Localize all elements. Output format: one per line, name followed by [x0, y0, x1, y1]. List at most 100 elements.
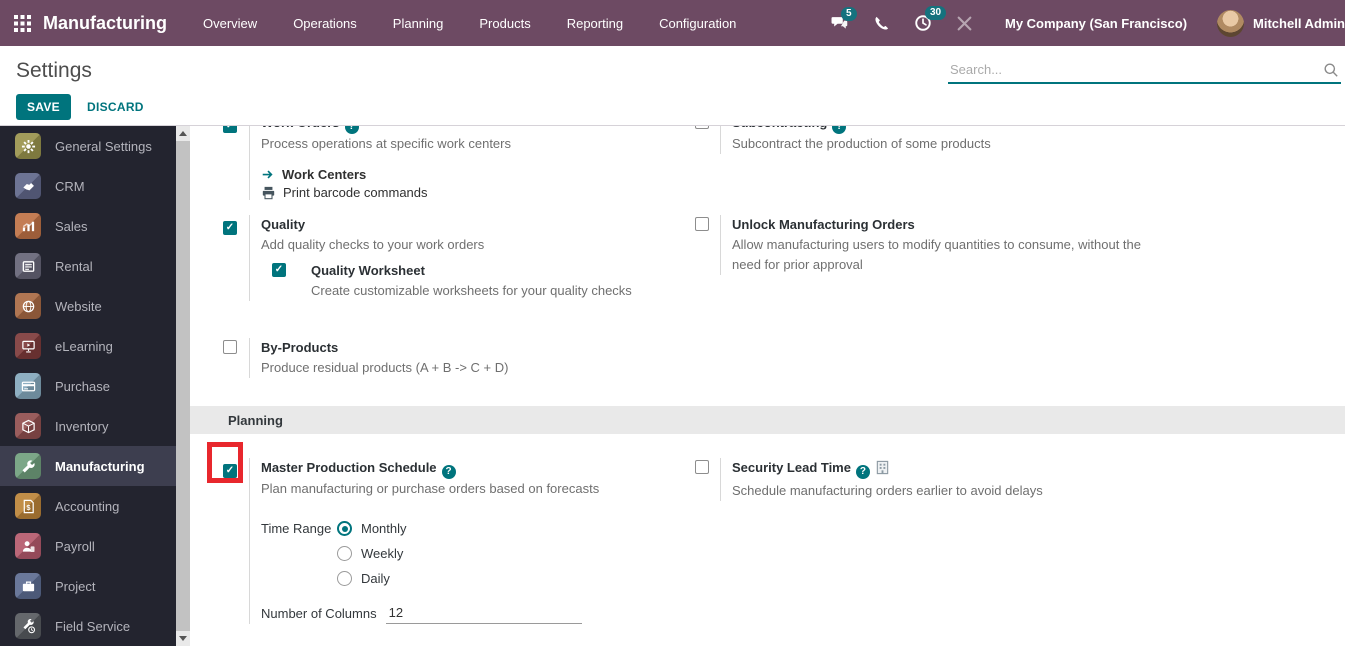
sidebar-item-label: General Settings [55, 139, 152, 154]
by-products-checkbox[interactable] [223, 340, 237, 354]
phone-icon [873, 15, 890, 32]
setting-unlock-manufacturing-orders: Unlock Manufacturing Orders Allow manufa… [685, 215, 1345, 275]
radio-icon[interactable] [337, 546, 352, 561]
sidebar-item-rental[interactable]: Rental [0, 246, 176, 286]
time-range-option-monthly[interactable]: Monthly [337, 516, 407, 541]
setting-title: By-Products [261, 338, 508, 358]
sidebar-item-label: Field Service [55, 619, 130, 634]
help-icon[interactable]: ? [856, 465, 870, 479]
print-barcode-commands-link[interactable]: Print barcode commands [261, 185, 511, 200]
activities-count-badge: 30 [925, 6, 946, 20]
help-icon[interactable]: ? [442, 465, 456, 479]
setting-description: Process operations at specific work cent… [261, 134, 511, 154]
sidebar-item-purchase[interactable]: Purchase [0, 366, 176, 406]
apps-menu-button[interactable] [14, 15, 31, 32]
setting-by-products: By-Products Produce residual products (A… [190, 338, 685, 378]
header-buttons: SAVE DISCARD [16, 94, 144, 120]
planning-section-header: Planning [190, 406, 1345, 434]
master-production-schedule-checkbox[interactable]: ✓ [223, 464, 237, 478]
check-icon: ✓ [226, 223, 234, 233]
radio-icon[interactable] [337, 571, 352, 586]
nav-item-overview[interactable]: Overview [203, 16, 257, 31]
chart-icon [15, 213, 41, 239]
security-lead-time-checkbox[interactable] [695, 460, 709, 474]
help-icon[interactable]: ? [832, 126, 846, 134]
quality-worksheet-checkbox[interactable]: ✓ [272, 263, 286, 277]
presentation-icon [15, 333, 41, 359]
nav-item-products[interactable]: Products [479, 16, 530, 31]
activities-button[interactable]: 30 [914, 14, 932, 32]
help-icon[interactable]: ? [345, 126, 359, 134]
sidebar-item-manufacturing[interactable]: Manufacturing [0, 446, 176, 486]
navbar-systray: 5 30 My Company (San Francisco) Mitchell… [830, 10, 1345, 37]
sidebar-item-field-service[interactable]: Field Service [0, 606, 176, 646]
nav-item-configuration[interactable]: Configuration [659, 16, 736, 31]
setting-title: Security Lead Time? [732, 458, 1043, 481]
sidebar-item-accounting[interactable]: $ Accounting [0, 486, 176, 526]
discard-button[interactable]: DISCARD [87, 100, 144, 114]
work-orders-checkbox[interactable]: ✓ [223, 126, 237, 133]
arrow-right-icon [261, 168, 275, 181]
setting-description: Schedule manufacturing orders earlier to… [732, 481, 1043, 501]
scrollbar-thumb[interactable] [176, 141, 190, 631]
manufacturing-settings-window: Manufacturing Overview Operations Planni… [0, 0, 1345, 646]
sidebar-item-inventory[interactable]: Inventory [0, 406, 176, 446]
sidebar-item-sales[interactable]: Sales [0, 206, 176, 246]
tools-icon [956, 15, 973, 32]
sidebar-item-label: Purchase [55, 379, 110, 394]
app-brand[interactable]: Manufacturing [43, 13, 167, 34]
person-icon [15, 533, 41, 559]
unlock-checkbox[interactable] [695, 217, 709, 231]
search-icon[interactable] [1323, 62, 1339, 83]
setting-subcontracting: Subcontracting? Subcontract the producti… [685, 126, 1345, 154]
setting-description: Plan manufacturing or purchase orders ba… [261, 479, 599, 499]
setting-work-orders: ✓ Work Orders? Process operations at spe… [190, 126, 685, 200]
sidebar-item-general-settings[interactable]: General Settings [0, 126, 176, 166]
box-icon [15, 413, 41, 439]
scroll-down-button[interactable] [176, 631, 190, 646]
sidebar-scrollbar[interactable] [176, 126, 190, 646]
phone-button[interactable] [873, 15, 890, 32]
settings-sidebar: General Settings CRM Sales Rental Websit… [0, 126, 176, 646]
setting-description: Allow manufacturing users to modify quan… [732, 235, 1147, 275]
nav-item-reporting[interactable]: Reporting [567, 16, 623, 31]
messages-count-badge: 5 [841, 7, 857, 21]
top-navbar: Manufacturing Overview Operations Planni… [0, 0, 1345, 46]
messages-button[interactable]: 5 [830, 15, 849, 32]
time-range-option-daily[interactable]: Daily [337, 566, 407, 591]
setting-master-production-schedule: ✓ Master Production Schedule? Plan manuf… [190, 458, 685, 624]
main-menu: Overview Operations Planning Products Re… [203, 16, 736, 31]
user-avatar[interactable] [1217, 10, 1244, 37]
sidebar-item-label: Sales [55, 219, 88, 234]
number-of-columns-label: Number of Columns [261, 604, 377, 624]
triangle-up-icon [179, 131, 187, 136]
check-icon: ✓ [226, 466, 234, 476]
setting-description: Produce residual products (A + B -> C + … [261, 358, 508, 378]
nav-item-planning[interactable]: Planning [393, 16, 444, 31]
radio-selected-icon[interactable] [337, 521, 352, 536]
quality-checkbox[interactable]: ✓ [223, 221, 237, 235]
search-input[interactable] [948, 56, 1341, 82]
nav-item-operations[interactable]: Operations [293, 16, 357, 31]
sidebar-item-project[interactable]: Project [0, 566, 176, 606]
globe-icon [15, 293, 41, 319]
work-centers-link[interactable]: Work Centers [261, 167, 511, 182]
handshake-icon [15, 173, 41, 199]
sidebar-item-crm[interactable]: CRM [0, 166, 176, 206]
setting-quality-worksheet: ✓ Quality Worksheet Create customizable … [261, 261, 632, 301]
save-button[interactable]: SAVE [16, 94, 71, 120]
sidebar-item-elearning[interactable]: eLearning [0, 326, 176, 366]
subcontracting-checkbox[interactable] [695, 126, 709, 129]
company-switcher[interactable]: My Company (San Francisco) [1005, 16, 1187, 31]
user-menu[interactable]: Mitchell Admin [1217, 10, 1345, 37]
sidebar-item-payroll[interactable]: Payroll [0, 526, 176, 566]
sidebar-item-website[interactable]: Website [0, 286, 176, 326]
scroll-up-button[interactable] [176, 126, 190, 141]
sidebar-item-label: Rental [55, 259, 93, 274]
tools-button[interactable] [956, 15, 973, 32]
check-icon: ✓ [275, 265, 283, 275]
number-of-columns-input[interactable]: 12 [386, 603, 582, 624]
search-box [948, 56, 1341, 84]
time-range-option-weekly[interactable]: Weekly [337, 541, 407, 566]
field-tools-icon [15, 613, 41, 639]
